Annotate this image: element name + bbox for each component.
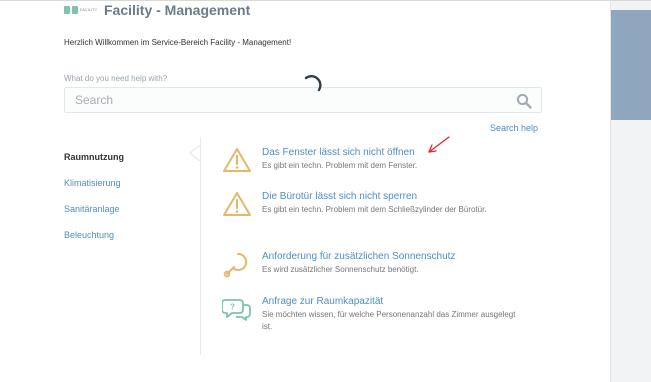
search-help-link[interactable]: Search help [490,123,538,133]
search-icon[interactable] [516,93,532,109]
search-label: What do you need help with? [64,74,168,83]
warning-icon [223,192,251,216]
logo-mark [72,6,78,14]
annotation-arrow-icon [428,136,450,153]
welcome-text: Herzlich Willkommen im Service-Bereich F… [64,38,292,47]
category-raumnutzung[interactable]: Raumnutzung [64,152,194,178]
logo-text: FACILITY [80,7,98,12]
article-item[interactable]: ? Anfrage zur Raumkapazität Sie möchten … [222,295,522,341]
sun-shade-icon [223,252,248,278]
svg-text:?: ? [230,303,235,312]
category-sanitaeranlage[interactable]: Sanitäranlage [64,204,194,230]
article-title[interactable]: Das Fenster lässt sich nicht öffnen [262,146,522,159]
article-item[interactable]: Die Bürotür lässt sich nicht sperren Es … [222,190,522,250]
category-list: Raumnutzung Klimatisierung Sanitäranlage… [64,152,194,256]
category-beleuchtung[interactable]: Beleuchtung [64,230,194,256]
article-description: Sie möchten wissen, für welche Personena… [262,310,516,331]
article-list: Das Fenster lässt sich nicht öffnen Es g… [222,146,522,341]
chat-bubbles-icon: ? [222,299,251,321]
category-divider [200,137,201,355]
warning-icon [223,148,251,172]
search-input[interactable] [75,92,495,108]
active-category-pointer [189,145,201,161]
page-title: Facility - Management [104,2,251,18]
page-header: FACILITY Facility - Management [64,2,250,18]
category-klimatisierung[interactable]: Klimatisierung [64,178,194,204]
logo-mark [64,6,70,14]
article-description: Es gibt ein techn. Problem mit dem Schli… [262,205,487,214]
facility-logo: FACILITY [64,5,98,15]
article-title[interactable]: Anfrage zur Raumkapazität [262,295,522,308]
article-item[interactable]: Das Fenster lässt sich nicht öffnen Es g… [222,146,522,190]
article-title[interactable]: Die Bürotür lässt sich nicht sperren [262,190,522,203]
article-description: Es wird zusätzlicher Sonnenschutz benöti… [262,265,419,274]
scrollbar-thumb[interactable] [611,10,651,120]
article-title[interactable]: Anforderung für zusätzlichen Sonnenschut… [262,250,522,263]
article-item[interactable]: Anforderung für zusätzlichen Sonnenschut… [222,250,522,295]
article-description: Es gibt ein techn. Problem mit dem Fenst… [262,161,418,170]
loading-spinner-icon [304,75,322,92]
